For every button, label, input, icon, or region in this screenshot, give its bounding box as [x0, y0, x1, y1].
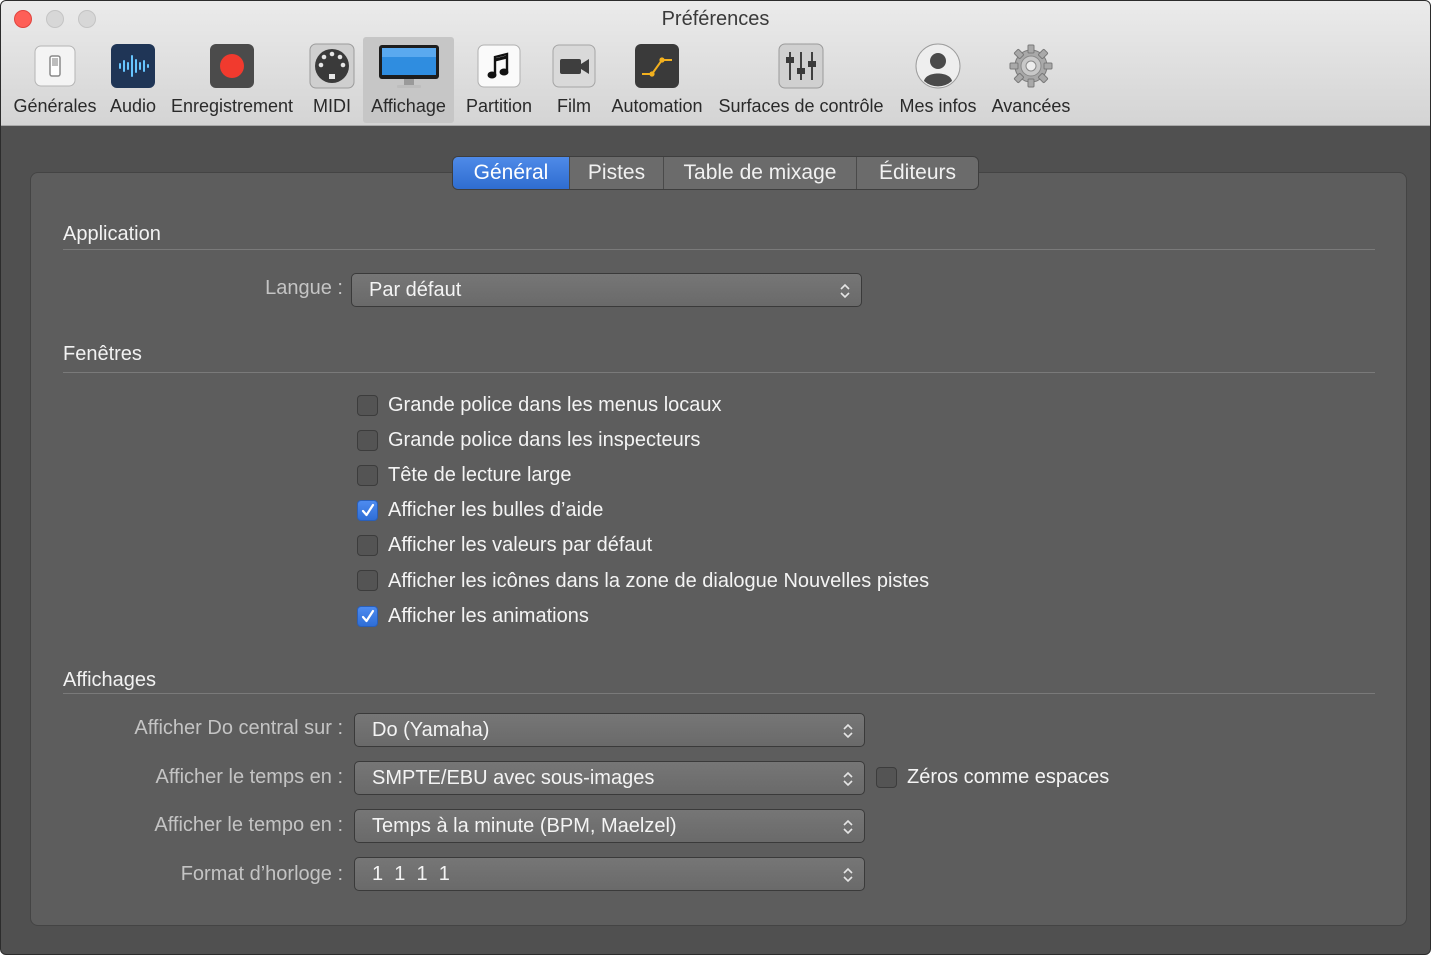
- display-monitor-icon: [378, 45, 439, 88]
- language-popup[interactable]: Par défaut: [351, 273, 862, 307]
- checkbox-label: Grande police dans les menus locaux: [388, 394, 722, 416]
- checkbox-label: Grande police dans les inspecteurs: [388, 429, 701, 451]
- checkbox-label: Afficher les valeurs par défaut: [388, 534, 653, 556]
- language-value: Par défaut: [369, 279, 462, 301]
- section-title-fenetres: Fenêtres: [63, 343, 142, 365]
- toolbar-label: Partition: [465, 96, 533, 116]
- chevron-updown-icon: [840, 283, 850, 299]
- tempo-display-popup[interactable]: Temps à la minute (BPM, Maelzel): [354, 809, 865, 843]
- tab-general[interactable]: Général: [453, 157, 569, 189]
- audio-waveform-icon: [111, 44, 155, 88]
- toolbar-label: Film: [557, 96, 591, 116]
- toolbar-label: Affichage: [371, 96, 446, 116]
- chevron-updown-icon: [843, 867, 853, 883]
- section-divider: [63, 249, 1375, 250]
- clock-format-value: 1 1 1 1: [372, 863, 450, 885]
- tab-editeurs[interactable]: Éditeurs: [856, 157, 978, 189]
- checkbox-label: Tête de lecture large: [388, 464, 572, 486]
- chevron-updown-icon: [843, 819, 853, 835]
- toolbar-label: Audio: [109, 96, 157, 116]
- tempo-display-value: Temps à la minute (BPM, Maelzel): [372, 815, 677, 837]
- video-camera-icon: [552, 44, 596, 88]
- clock-format-label: Format d’horloge :: [180, 863, 343, 885]
- toolbar-item-midi[interactable]: MIDI: [305, 37, 359, 123]
- toolbar-item-partition[interactable]: Partition: [459, 37, 539, 123]
- language-label: Langue :: [265, 277, 343, 299]
- toolbar: Préférences Générales Audio Enregistreme…: [1, 1, 1430, 126]
- toolbar-label: Avancées: [991, 96, 1071, 116]
- toolbar-item-affichage[interactable]: Affichage: [363, 37, 454, 123]
- chevron-updown-icon: [843, 723, 853, 739]
- checkbox-label: Afficher les bulles d’aide: [388, 499, 604, 521]
- toolbar-item-mes-infos[interactable]: Mes infos: [895, 37, 981, 123]
- checkbox-wide-playhead[interactable]: [357, 465, 378, 486]
- automation-curve-icon: [635, 44, 679, 88]
- section-divider: [63, 372, 1375, 373]
- preferences-window: Préférences Générales Audio Enregistreme…: [0, 0, 1431, 955]
- do-central-label: Afficher Do central sur :: [134, 717, 343, 739]
- window-title: Préférences: [661, 8, 770, 30]
- section-title-affichages: Affichages: [63, 669, 157, 691]
- toolbar-item-automation[interactable]: Automation: [606, 37, 708, 123]
- record-icon: [210, 44, 254, 88]
- time-display-popup[interactable]: SMPTE/EBU avec sous-images: [354, 761, 865, 795]
- toolbar-label: Générales: [13, 96, 97, 116]
- toolbar-item-enregistrement[interactable]: Enregistrement: [166, 37, 298, 123]
- toolbar-label: Automation: [611, 96, 703, 116]
- toolbar-label: Enregistrement: [170, 96, 294, 116]
- clock-format-popup[interactable]: 1 1 1 1: [354, 857, 865, 891]
- do-central-value: Do (Yamaha): [372, 719, 490, 741]
- faders-icon: [778, 43, 824, 89]
- toolbar-item-avancees[interactable]: Avancées: [986, 37, 1076, 123]
- gear-icon: [1009, 44, 1053, 88]
- checkmark-icon: [361, 609, 375, 623]
- tempo-display-label: Afficher le tempo en :: [154, 814, 343, 836]
- tab-bar: Général Pistes Table de mixage Éditeurs: [452, 156, 979, 190]
- toolbar-item-audio[interactable]: Audio: [105, 37, 161, 123]
- general-switch-icon: [34, 45, 76, 87]
- toolbar-item-film[interactable]: Film: [547, 37, 601, 123]
- checkbox-new-tracks-icons[interactable]: [357, 570, 378, 591]
- toolbar-item-generales[interactable]: Générales: [9, 37, 101, 123]
- toolbar-label: Mes infos: [899, 96, 977, 116]
- toolbar-label: Surfaces de contrôle: [718, 96, 884, 116]
- checkbox-label: Zéros comme espaces: [907, 766, 1110, 788]
- checkbox-animations[interactable]: [357, 606, 378, 627]
- checkbox-label: Afficher les icônes dans la zone de dial…: [388, 570, 930, 592]
- checkbox-help-tags[interactable]: [357, 500, 378, 521]
- toolbar-label: MIDI: [313, 96, 351, 116]
- user-silhouette-icon: [915, 43, 961, 89]
- do-central-popup[interactable]: Do (Yamaha): [354, 713, 865, 747]
- midi-port-icon: [309, 43, 355, 89]
- time-display-value: SMPTE/EBU avec sous-images: [372, 767, 655, 789]
- music-note-icon: [477, 44, 521, 88]
- tab-table-de-mixage[interactable]: Table de mixage: [663, 157, 856, 189]
- tab-pistes[interactable]: Pistes: [569, 157, 663, 189]
- checkbox-large-font-inspectors[interactable]: [357, 430, 378, 451]
- chevron-updown-icon: [843, 771, 853, 787]
- checkmark-icon: [361, 503, 375, 517]
- checkbox-zeros-as-spaces[interactable]: [876, 767, 897, 788]
- checkbox-large-font-local-menus[interactable]: [357, 395, 378, 416]
- checkbox-label: Afficher les animations: [388, 605, 589, 627]
- checkbox-default-values[interactable]: [357, 535, 378, 556]
- time-display-label: Afficher le temps en :: [155, 766, 344, 788]
- section-title-application: Application: [63, 223, 161, 245]
- toolbar-item-surfaces-de-controle[interactable]: Surfaces de contrôle: [712, 37, 890, 123]
- section-divider: [63, 693, 1375, 694]
